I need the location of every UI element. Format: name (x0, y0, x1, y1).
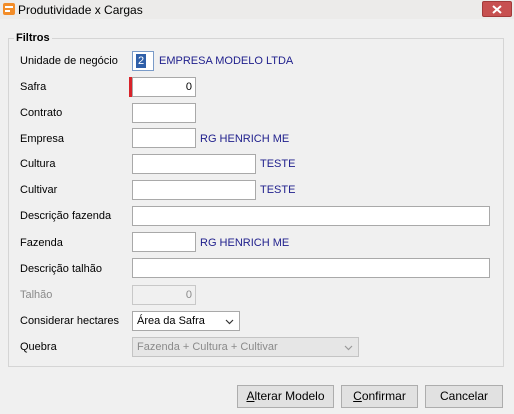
descricao-fazenda-label: Descrição fazenda (20, 210, 112, 222)
cultura-label: Cultura (20, 158, 56, 170)
cultivar-label: Cultivar (20, 184, 58, 196)
close-button[interactable] (482, 1, 512, 17)
unidade-negocio-value: 2 (136, 54, 146, 68)
talhao-input: 0 (132, 285, 196, 305)
filters-group-title: Filtros (14, 32, 52, 44)
confirmar-button[interactable]: Confirmar (341, 385, 418, 408)
considerar-hectares-value: Área da Safra (137, 315, 205, 327)
quebra-select: Fazenda + Cultura + Cultivar (132, 337, 359, 357)
fazenda-description: RG HENRICH ME (200, 237, 290, 249)
safra-label: Safra (20, 81, 47, 93)
title-bar: Produtividade x Cargas (0, 0, 514, 19)
confirmar-label: onfirmar (361, 389, 406, 403)
cultivar-description: TESTE (260, 184, 296, 196)
considerar-hectares-label: Considerar hectares (20, 315, 120, 327)
empresa-label: Empresa (20, 133, 65, 145)
unidade-negocio-description: EMPRESA MODELO LTDA (159, 55, 294, 67)
window-title: Produtividade x Cargas (18, 3, 143, 17)
contrato-label: Contrato (20, 107, 63, 119)
safra-input[interactable]: 0 (132, 77, 196, 97)
empresa-input[interactable] (132, 128, 196, 148)
cancelar-button[interactable]: Cancelar (425, 385, 503, 408)
descricao-fazenda-input[interactable] (132, 206, 490, 226)
cultura-description: TESTE (260, 158, 296, 170)
chevron-down-icon (344, 345, 353, 351)
fazenda-label: Fazenda (20, 237, 63, 249)
empresa-description: RG HENRICH ME (200, 133, 290, 145)
considerar-hectares-select[interactable]: Área da Safra (132, 311, 240, 331)
app-icon (3, 3, 15, 15)
talhao-label: Talhão (20, 289, 53, 301)
unidade-negocio-label: Unidade de negócio (20, 55, 118, 67)
alterar-modelo-button[interactable]: Alterar Modelo (237, 385, 334, 408)
cultivar-input[interactable] (132, 180, 256, 200)
alterar-modelo-label: lterar Modelo (254, 389, 325, 403)
quebra-value: Fazenda + Cultura + Cultivar (137, 341, 278, 353)
fazenda-input[interactable] (132, 232, 196, 252)
descricao-talhao-label: Descrição talhão (20, 263, 102, 275)
contrato-input[interactable] (132, 103, 196, 123)
chevron-down-icon (225, 319, 234, 325)
quebra-label: Quebra (20, 341, 57, 353)
cancelar-label: Cancelar (439, 389, 489, 403)
unidade-negocio-input[interactable]: 2 (132, 51, 154, 71)
confirmar-accel: C (353, 389, 362, 403)
descricao-talhao-input[interactable] (132, 258, 490, 278)
cultura-input[interactable] (132, 154, 256, 174)
close-icon (492, 5, 502, 14)
